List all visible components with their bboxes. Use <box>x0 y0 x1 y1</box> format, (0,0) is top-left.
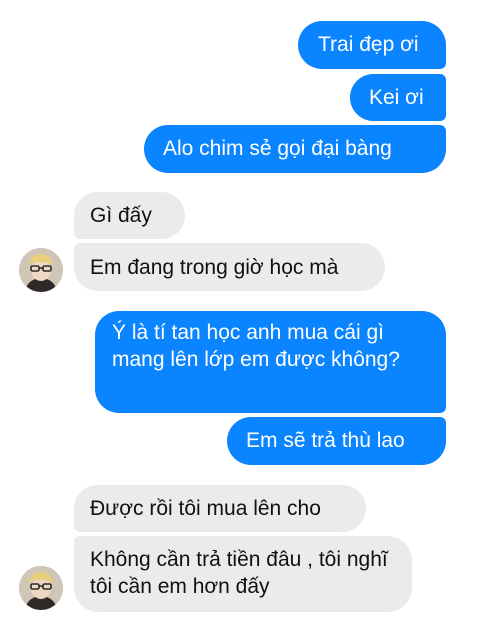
chat-screen: { "chat": { "messages": [ {"sender": "me… <box>0 0 481 621</box>
received-message-bubble[interactable]: Được rồi tôi mua lên cho <box>74 485 366 532</box>
sent-message-bubble[interactable]: Em sẽ trả thù lao <box>227 417 446 465</box>
avatar-image <box>19 566 63 610</box>
received-message-bubble[interactable]: Gì đấy <box>74 192 185 239</box>
sent-message-bubble[interactable]: Kei ơi <box>350 74 446 121</box>
sent-message-bubble[interactable]: Ý là tí tan học anh mua cái gì mang lên … <box>95 311 446 413</box>
received-message-bubble[interactable]: Không cần trả tiền đâu , tôi nghĩ tôi cầ… <box>74 536 412 612</box>
received-message-bubble[interactable]: Em đang trong giờ học mà <box>74 243 385 291</box>
contact-avatar[interactable] <box>19 248 63 292</box>
sent-message-bubble[interactable]: Alo chim sẻ gọi đại bàng <box>144 125 446 173</box>
contact-avatar[interactable] <box>19 566 63 610</box>
sent-message-bubble[interactable]: Trai đẹp ơi <box>298 21 446 69</box>
avatar-image <box>19 248 63 292</box>
